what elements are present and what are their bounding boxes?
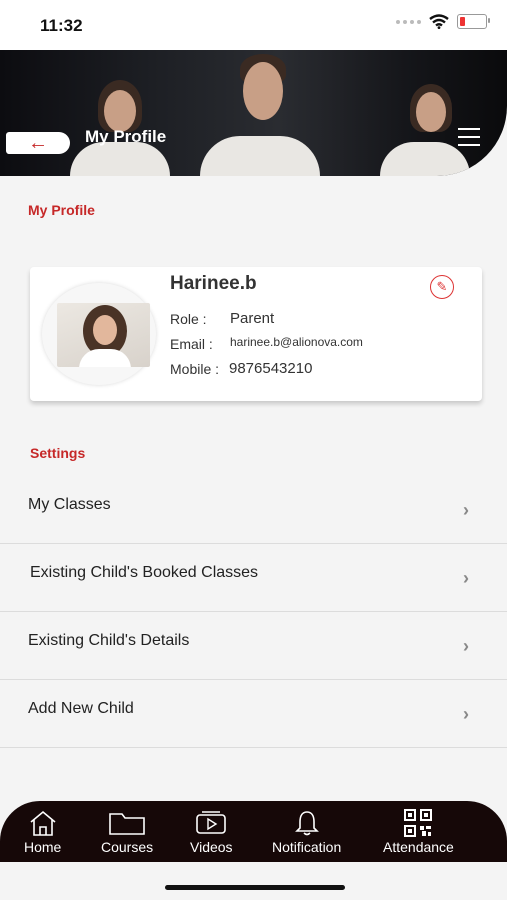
tab-courses[interactable]: Courses [101, 809, 153, 855]
qr-code-icon [403, 809, 433, 837]
wifi-icon [429, 14, 449, 29]
edit-pencil-icon[interactable]: ✎ [430, 275, 454, 299]
tab-label: Attendance [383, 839, 454, 855]
status-icons [396, 14, 490, 29]
chevron-right-icon: › [463, 568, 469, 588]
list-item-label: Existing Child's Details [28, 632, 190, 649]
tab-attendance[interactable]: Attendance [383, 809, 454, 855]
settings-list: My Classes › Existing Child's Booked Cla… [0, 476, 507, 748]
tab-label: Courses [101, 839, 154, 855]
email-label: Email : [170, 336, 213, 352]
tab-videos[interactable]: Videos [190, 809, 233, 855]
profile-name: Harinee.b [170, 273, 257, 294]
settings-item-child-details[interactable]: Existing Child's Details › [0, 612, 507, 680]
settings-section-title: Settings [30, 445, 86, 461]
settings-item-my-classes[interactable]: My Classes › [0, 476, 507, 544]
tab-home[interactable]: Home [24, 809, 61, 855]
tab-label: Videos [190, 839, 233, 855]
page-title: My Profile [85, 127, 167, 146]
list-item-label: Add New Child [28, 700, 134, 717]
tab-label: Notification [272, 839, 342, 855]
profile-card: Harinee.b ✎ Role : Parent Email : harine… [30, 267, 482, 401]
chevron-right-icon: › [463, 500, 469, 520]
profile-section-title: My Profile [28, 202, 95, 218]
home-indicator[interactable] [165, 885, 345, 890]
email-value: harinee.b@alionova.com [230, 335, 363, 349]
avatar [57, 303, 150, 367]
settings-item-add-new-child[interactable]: Add New Child › [0, 680, 507, 748]
status-time: 11:32 [40, 16, 83, 35]
tab-notification[interactable]: Notification [272, 809, 341, 855]
video-icon [194, 809, 228, 837]
battery-icon [457, 14, 490, 29]
home-icon [28, 809, 58, 837]
arrow-left-icon: ← [28, 132, 48, 154]
role-value: Parent [230, 310, 275, 327]
bell-icon [293, 809, 321, 837]
header-banner: ← My Profile [0, 50, 507, 176]
mobile-label: Mobile : [170, 361, 220, 377]
cellular-signal-icon [396, 19, 421, 24]
folder-icon [108, 809, 146, 837]
settings-item-booked-classes[interactable]: Existing Child's Booked Classes › [0, 544, 507, 612]
bottom-tab-bar: Home Courses Videos Notification Attenda… [0, 801, 507, 862]
chevron-right-icon: › [463, 704, 469, 724]
tab-label: Home [24, 839, 62, 855]
list-item-label: Existing Child's Booked Classes [30, 564, 259, 581]
list-item-label: My Classes [28, 496, 111, 513]
mobile-value: 9876543210 [229, 360, 313, 377]
hamburger-menu-icon[interactable] [458, 128, 480, 146]
back-button[interactable]: ← [6, 132, 70, 154]
status-bar: 11:32 [0, 0, 507, 50]
chevron-right-icon: › [463, 636, 469, 656]
role-label: Role : [170, 311, 207, 327]
